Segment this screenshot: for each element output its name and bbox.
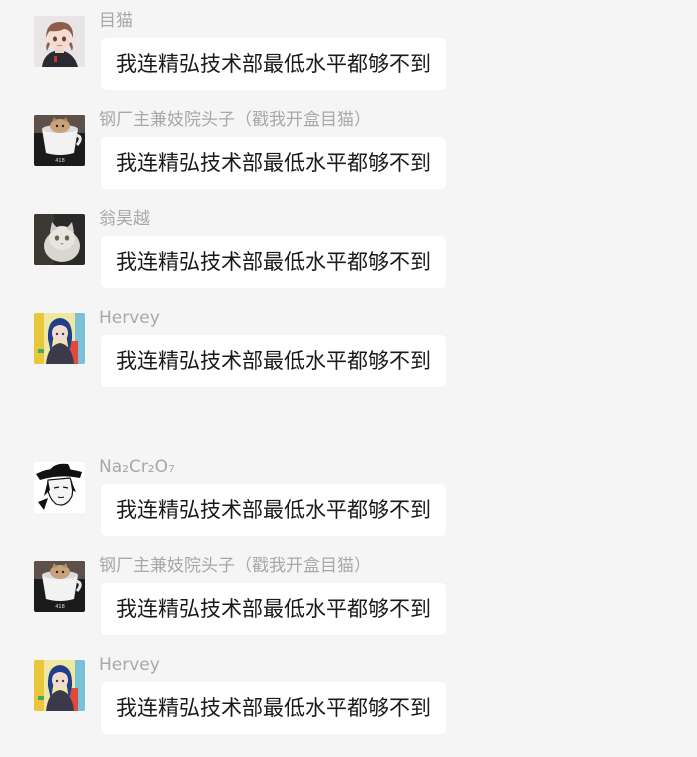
sender-name[interactable]: 翁昊越 [99, 208, 150, 230]
chat-message: Hervey 我连精弘技术部最低水平都够不到 [34, 654, 674, 748]
message-bubble[interactable]: 我连精弘技术部最低水平都够不到 [101, 236, 446, 288]
chat-message: 418 钢厂主兼妓院头子（戳我开盒目猫） 我连精弘技术部最低水平都够不到 [34, 109, 674, 203]
manga-hat-avatar[interactable] [34, 462, 85, 513]
message-bubble[interactable]: 我连精弘技术部最低水平都够不到 [101, 682, 446, 734]
sender-name[interactable]: 钢厂主兼妓院头子（戳我开盒目猫） [99, 555, 371, 577]
anime-boy-avatar[interactable] [34, 16, 85, 67]
sender-name[interactable]: Hervey [99, 654, 160, 676]
sender-name[interactable]: 目猫 [99, 10, 133, 32]
message-bubble[interactable]: 我连精弘技术部最低水平都够不到 [101, 137, 446, 189]
sender-name[interactable]: 钢厂主兼妓院头子（戳我开盒目猫） [99, 109, 371, 131]
chat-message: Hervey 我连精弘技术部最低水平都够不到 [34, 307, 674, 401]
sender-name[interactable]: Na₂Cr₂O₇ [99, 456, 175, 478]
svg-text:418: 418 [55, 158, 65, 164]
svg-text:418: 418 [55, 604, 65, 610]
white-cat-avatar[interactable] [34, 214, 85, 265]
sender-name[interactable]: Hervey [99, 307, 160, 329]
message-bubble[interactable]: 我连精弘技术部最低水平都够不到 [101, 335, 446, 387]
message-bubble[interactable]: 我连精弘技术部最低水平都够不到 [101, 583, 446, 635]
message-bubble[interactable]: 我连精弘技术部最低水平都够不到 [101, 38, 446, 90]
chat-message: 翁昊越 我连精弘技术部最低水平都够不到 [34, 208, 674, 302]
anime-girl-avatar[interactable] [34, 660, 85, 711]
chat-message: 418 钢厂主兼妓院头子（戳我开盒目猫） 我连精弘技术部最低水平都够不到 [34, 555, 674, 649]
message-bubble[interactable]: 我连精弘技术部最低水平都够不到 [101, 484, 446, 536]
anime-girl-avatar[interactable] [34, 313, 85, 364]
chat-message-list: 目猫 我连精弘技术部最低水平都够不到 418 钢厂主兼妓院头子（戳我开盒目猫） … [0, 0, 697, 757]
cup-cat-avatar[interactable]: 418 [34, 115, 85, 166]
chat-message: Na₂Cr₂O₇ 我连精弘技术部最低水平都够不到 [34, 456, 674, 550]
cup-cat-avatar[interactable]: 418 [34, 561, 85, 612]
chat-message: 目猫 我连精弘技术部最低水平都够不到 [34, 10, 674, 104]
